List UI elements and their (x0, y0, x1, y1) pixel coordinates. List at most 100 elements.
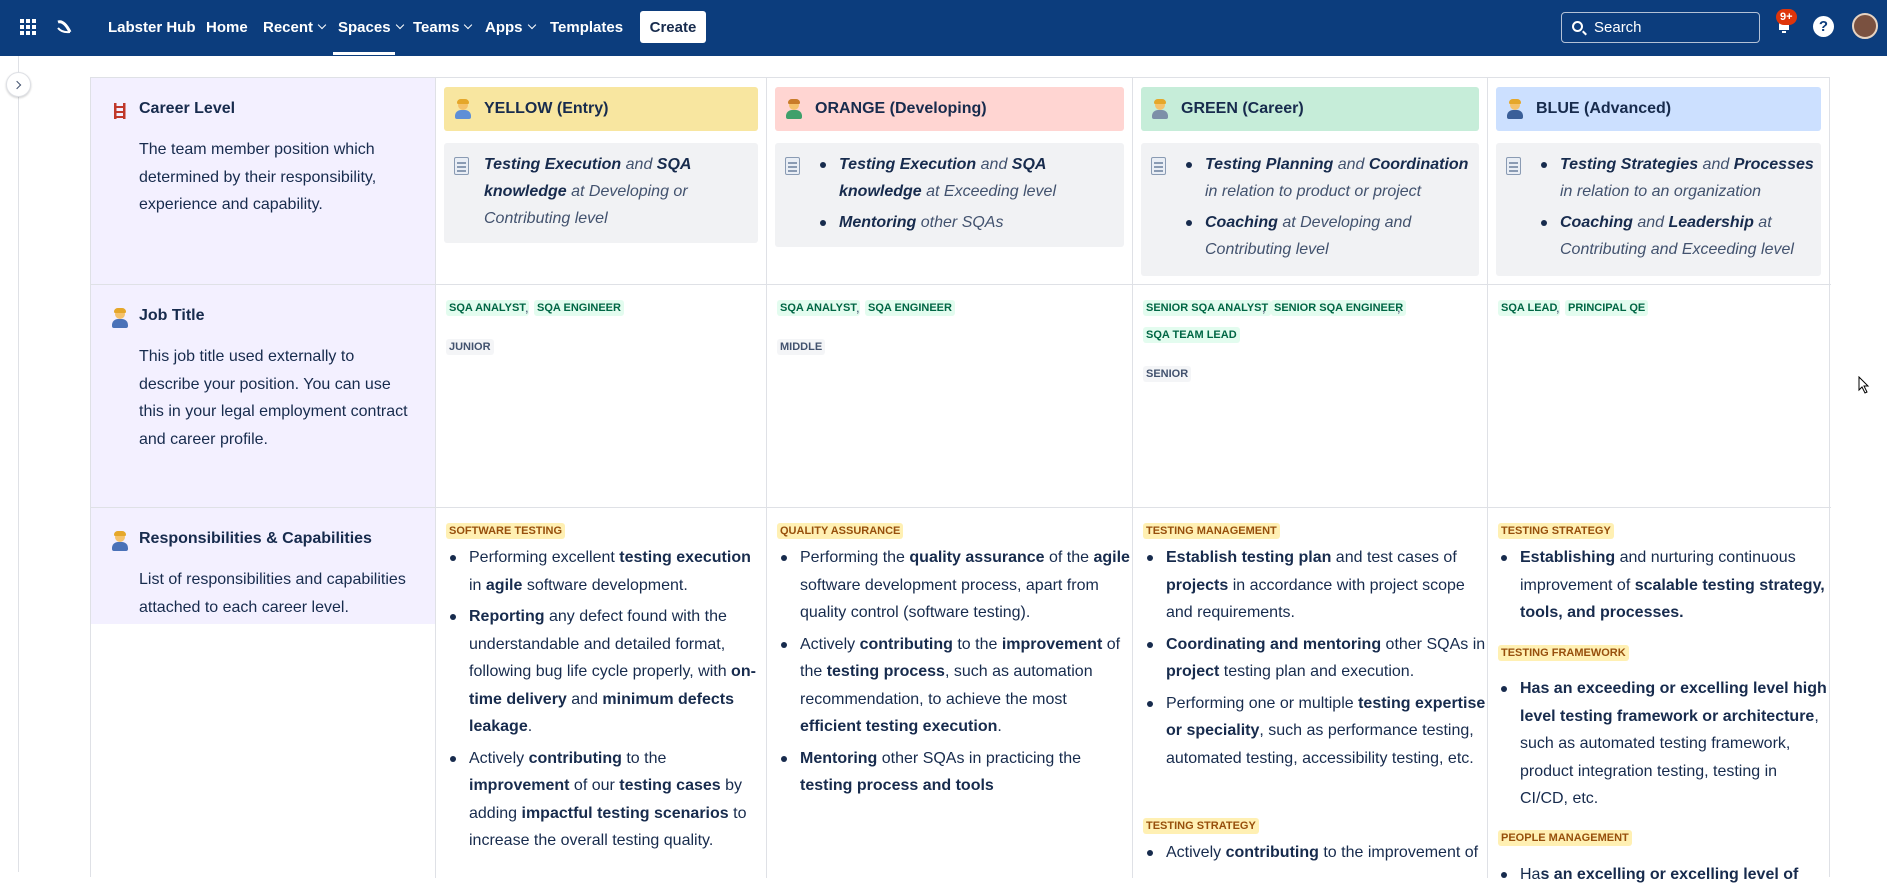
status-lozenge: SENIOR SQA ANALYST (1143, 300, 1272, 316)
text-strong: improvement (1001, 635, 1103, 653)
confluence-logo-icon[interactable] (56, 19, 72, 35)
text-strong: efficient testing execution (800, 718, 998, 735)
responsibility-list: Establishing and nurturing continuous im… (1501, 544, 1828, 631)
text: other SQAs in practicing the (877, 749, 1081, 767)
level-header-orange: ORANGE (Developing) (775, 87, 1124, 131)
note-icon (1506, 157, 1521, 175)
mouse-cursor-icon (1858, 376, 1870, 394)
text: Ha (1520, 866, 1541, 883)
chevron-down-icon (317, 20, 327, 30)
text-strong: impactful testing scenarios (521, 804, 729, 822)
text: to the (952, 635, 1002, 653)
top-navigation-bar: Labster Hub Home Recent Spaces Teams App… (0, 0, 1887, 56)
list-item: Performing the quality assurance of the … (781, 544, 1130, 627)
status-lozenge: JUNIOR (446, 339, 494, 355)
career-list: Testing Planning and Coordination in rel… (1186, 151, 1475, 263)
status-lozenge: PRINCIPAL QE (1565, 300, 1649, 316)
help-icon[interactable]: ? (1813, 16, 1834, 37)
text-strong: Establishing (1520, 549, 1616, 566)
text: in relation to product or project (1205, 183, 1422, 200)
row-title: Responsibilities & Capabilities (139, 530, 372, 547)
person-icon (111, 531, 129, 552)
nav-home[interactable]: Home (206, 0, 248, 54)
career-panel-orange: Testing Execution and SQA knowledge at E… (775, 143, 1124, 247)
status-lozenge: SENIOR (1143, 366, 1192, 382)
column-divider (766, 78, 767, 878)
row-title: Career Level (139, 100, 236, 117)
note-icon (785, 157, 800, 175)
nav-templates[interactable]: Templates (550, 0, 623, 54)
level-label: BLUE (Advanced) (1536, 100, 1672, 117)
responsibility-list: Performing excellent testing execution i… (450, 544, 765, 859)
list-item: Has an exceeding or excelling level high… (1501, 675, 1828, 813)
search-input[interactable]: Search (1561, 12, 1760, 43)
text: . (527, 718, 533, 735)
text-strong: agile (485, 576, 523, 594)
text: Performing the (800, 549, 910, 566)
separator: , (1556, 300, 1560, 315)
career-level-table: Career Level The team member position wh… (90, 77, 1831, 883)
text-strong: Testing Strategies (1560, 156, 1699, 173)
text-strong: contributing (1225, 844, 1319, 861)
list-item: Coaching and Leadership at Contributing … (1541, 209, 1818, 263)
text-strong: Coordinating and mentoring (1166, 635, 1382, 653)
row-description: List of responsibilities and capabilitie… (139, 571, 406, 616)
text: and (566, 690, 603, 708)
career-list: Testing Strategies and Processes in rela… (1541, 151, 1818, 263)
text-strong: Testing Planning (1205, 156, 1334, 173)
list-item: Testing Strategies and Processes in rela… (1541, 151, 1818, 205)
list-item: Actively contributing to the improvement… (1147, 839, 1486, 867)
app-switcher-icon[interactable] (20, 19, 36, 35)
level-header-yellow: YELLOW (Entry) (444, 87, 758, 131)
nav-spaces[interactable]: Spaces (338, 0, 404, 54)
nav-brand[interactable]: Labster Hub (108, 0, 196, 54)
text-strong: Mentoring (839, 214, 917, 231)
list-item: Coordinating and mentoring other SQAs in… (1147, 631, 1486, 686)
person-icon (785, 99, 803, 120)
status-lozenge: SQA ENGINEER (534, 300, 624, 316)
note-icon (454, 157, 469, 175)
list-item: Performing excellent testing execution i… (450, 544, 765, 599)
status-lozenge: SQA ANALYST (777, 300, 861, 316)
list-item: Mentoring other SQAs in practicing the t… (781, 745, 1130, 800)
category-lozenge: PEOPLE MANAGEMENT (1498, 830, 1632, 846)
text: and (1632, 214, 1669, 231)
text: of the (1044, 549, 1094, 566)
nav-recent[interactable]: Recent (263, 0, 327, 54)
text-strong: agile (1093, 549, 1130, 566)
create-button[interactable]: Create (640, 11, 706, 43)
level-label: GREEN (Career) (1181, 100, 1304, 117)
category-lozenge: TESTING FRAMEWORK (1498, 645, 1629, 661)
list-item: Establish testing plan and test cases of… (1147, 544, 1486, 627)
text-strong: Coaching (1205, 214, 1278, 231)
text-strong: s an excelling or excelling level of (1540, 866, 1799, 883)
status-lozenge: SQA LEAD (1498, 300, 1561, 316)
text: to the (621, 749, 667, 767)
separator: , (856, 300, 860, 315)
user-avatar[interactable] (1852, 13, 1878, 39)
level-header-green: GREEN (Career) (1141, 87, 1479, 131)
career-panel-blue: Testing Strategies and Processes in rela… (1496, 143, 1821, 276)
text-strong: Testing Execution (839, 156, 977, 173)
text-strong: Coaching (1560, 214, 1633, 231)
row-header-responsibilities: Responsibilities & Capabilities List of … (91, 508, 435, 624)
text: other SQAs (916, 214, 1004, 231)
search-placeholder: Search (1594, 19, 1642, 36)
text: testing plan and execution. (1219, 663, 1415, 680)
text: to the improvement of (1318, 844, 1479, 861)
chevron-down-icon (527, 20, 536, 30)
expand-sidebar-button[interactable] (6, 72, 31, 97)
list-item: Establishing and nurturing continuous im… (1501, 544, 1828, 627)
person-icon (1151, 99, 1169, 120)
text: Performing excellent (469, 549, 620, 566)
category-lozenge: QUALITY ASSURANCE (777, 523, 904, 539)
note-icon (1151, 157, 1166, 175)
nav-apps[interactable]: Apps (485, 0, 536, 54)
nav-teams[interactable]: Teams (413, 0, 473, 54)
text: in (469, 576, 486, 594)
text: Actively (800, 635, 860, 653)
text-strong: Reporting (469, 608, 545, 625)
separator: , (1397, 300, 1401, 315)
text: at Exceeding level (921, 183, 1056, 200)
list-item: Performing one or multiple testing exper… (1147, 690, 1486, 773)
